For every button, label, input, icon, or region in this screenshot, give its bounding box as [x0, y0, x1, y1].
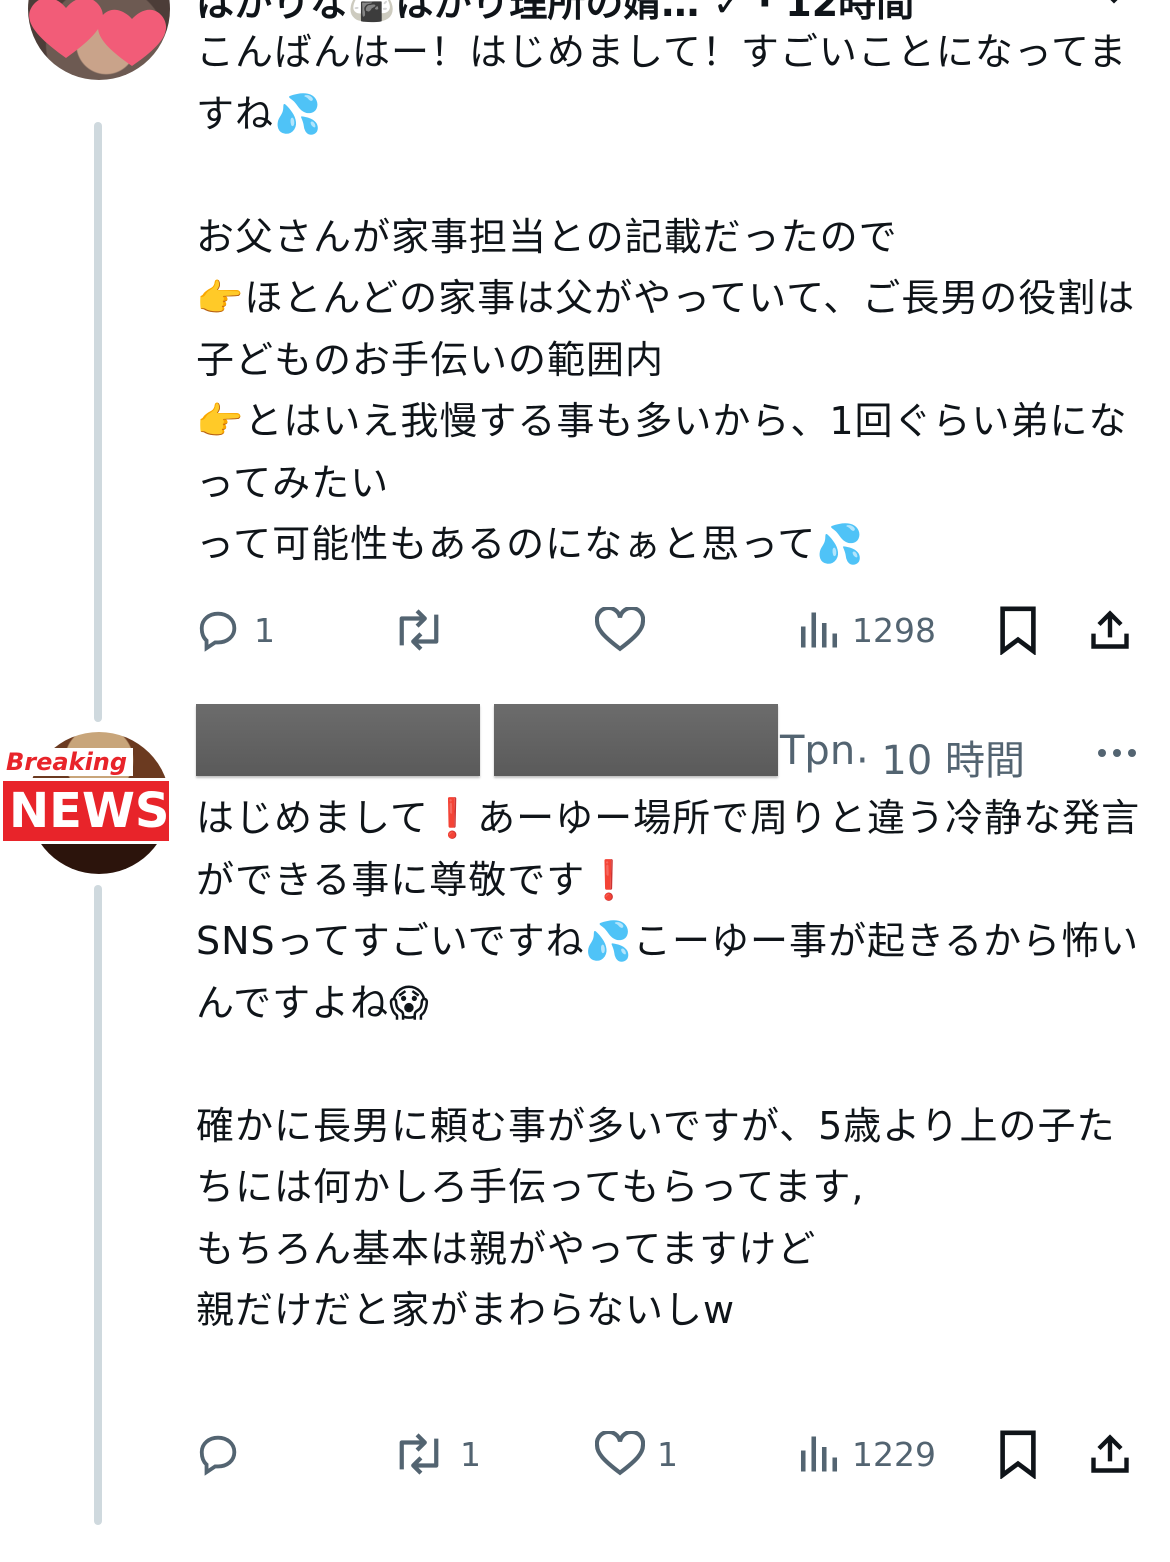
heart-stickers — [29, 0, 167, 66]
share-icon — [1091, 1434, 1129, 1473]
reply-count: 1 — [254, 610, 275, 650]
retweet-count: 1 — [460, 1434, 481, 1474]
share-icon — [1091, 610, 1129, 649]
views-button[interactable]: 1229 — [798, 1424, 936, 1484]
reply-1-text: こんばんはー！はじめまして！すごいことになってますね💦 お父さんが家事担当との記… — [196, 30, 1136, 566]
views-icon — [800, 612, 838, 648]
views-button[interactable]: 1298 — [798, 600, 936, 660]
avatar[interactable] — [28, 0, 170, 80]
reply-button[interactable]: 1 — [196, 600, 275, 660]
views-icon — [800, 1436, 838, 1472]
share-button[interactable] — [1088, 1424, 1132, 1484]
redacted-handle — [494, 704, 778, 776]
bookmark-button[interactable] — [998, 600, 1038, 660]
retweet-icon — [399, 609, 439, 651]
like-button[interactable]: 1 — [595, 1424, 678, 1484]
badge-breaking: Breaking — [0, 748, 134, 776]
thread-line — [94, 122, 102, 722]
reply-1-actions: 1 1298 — [190, 600, 1150, 660]
reply-2-text: はじめまして❗️あーゆー場所で周りと違う冷静な発言ができる事に尊敬です❗️ SN… — [196, 796, 1141, 1332]
retweet-button[interactable] — [390, 600, 460, 660]
like-icon — [595, 1431, 645, 1476]
reply-icon — [199, 611, 237, 652]
redacted-name — [196, 704, 480, 776]
retweet-button[interactable]: 1 — [390, 1424, 481, 1484]
handle-suffix[interactable]: Tpn — [780, 728, 855, 774]
x-logo-icon[interactable] — [1088, 0, 1140, 14]
share-button[interactable] — [1088, 600, 1132, 660]
retweet-icon — [399, 1433, 439, 1475]
breaking-news-badge: Breaking NEWS — [0, 748, 172, 844]
like-icon — [595, 607, 645, 652]
views-count: 1298 — [852, 610, 936, 650]
like-count: 1 — [657, 1434, 678, 1474]
badge-news: NEWS — [0, 778, 172, 844]
bookmark-icon — [1000, 1430, 1036, 1479]
like-button[interactable] — [595, 600, 657, 660]
timestamp[interactable]: · 10 時間 — [856, 728, 1025, 786]
thread-line — [94, 885, 102, 1525]
reply-icon — [199, 1435, 237, 1476]
bookmark-button[interactable] — [998, 1424, 1038, 1484]
reply-2-actions: 1 1 1229 — [190, 1424, 1150, 1484]
reply-button[interactable] — [196, 1424, 254, 1484]
views-count: 1229 — [852, 1434, 936, 1474]
bookmark-icon — [1000, 606, 1036, 655]
more-icon[interactable] — [1096, 746, 1138, 760]
